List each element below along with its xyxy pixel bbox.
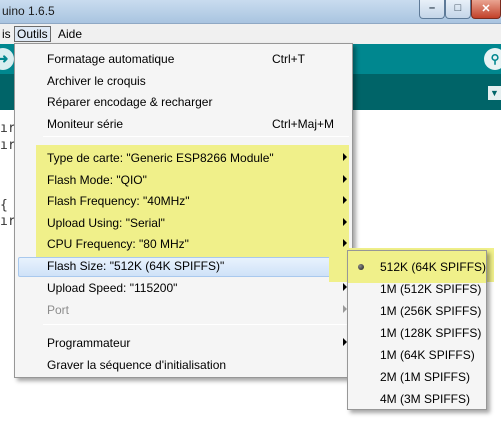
menu-item-label: CPU Frequency: "80 MHz" bbox=[47, 237, 189, 251]
menu-item-label: Type de carte: "Generic ESP8266 Module" bbox=[47, 151, 274, 165]
serial-monitor-icon[interactable]: ⚲ bbox=[484, 48, 501, 70]
menu-item-cpu-frequency[interactable]: CPU Frequency: "80 MHz" bbox=[15, 234, 352, 255]
menu-item-label: Archiver le croquis bbox=[47, 74, 146, 88]
menu-item-archiver-croquis[interactable]: Archiver le croquis bbox=[15, 71, 352, 92]
menu-item-upload-speed[interactable]: Upload Speed: "115200" bbox=[15, 278, 352, 299]
menu-item-shortcut: Ctrl+Maj+M bbox=[272, 117, 335, 131]
menu-item-label: Port bbox=[47, 303, 70, 317]
option-label: 2M (1M SPIFFS) bbox=[380, 370, 471, 384]
menu-item-label: Flash Frequency: "40MHz" bbox=[47, 194, 190, 208]
minimize-icon: – bbox=[428, 2, 436, 14]
menu-aide[interactable]: Aide bbox=[56, 26, 84, 42]
menu-item-reparer-encodage[interactable]: Réparer encodage & recharger bbox=[15, 92, 352, 113]
menu-item-moniteur-serie[interactable]: Moniteur série Ctrl+Maj+M bbox=[15, 114, 352, 135]
menu-item-flash-frequency[interactable]: Flash Frequency: "40MHz" bbox=[15, 191, 352, 212]
title-bar: uino 1.6.5 – □ ✕ bbox=[0, 0, 501, 24]
window-title: uino 1.6.5 bbox=[2, 4, 55, 18]
submenu-arrow-icon bbox=[343, 218, 347, 226]
menu-item-programmateur[interactable]: Programmateur bbox=[15, 333, 352, 354]
submenu-arrow-icon bbox=[343, 239, 347, 247]
option-label: 512K (64K SPIFFS) bbox=[380, 260, 487, 274]
option-label: 1M (512K SPIFFS) bbox=[380, 282, 482, 296]
outils-dropdown-menu: Formatage automatique Ctrl+T Archiver le… bbox=[14, 43, 353, 378]
maximize-icon: □ bbox=[454, 2, 462, 14]
flash-size-option[interactable]: 512K (64K SPIFFS) bbox=[348, 256, 486, 278]
menu-item-flash-size[interactable]: Flash Size: "512K (64K SPIFFS)" bbox=[15, 256, 352, 277]
menu-separator bbox=[43, 324, 349, 325]
menu-item-label: Formatage automatique bbox=[47, 52, 175, 66]
menu-item-type-de-carte[interactable]: Type de carte: "Generic ESP8266 Module" bbox=[15, 148, 352, 169]
menu-item-formatage-automatique[interactable]: Formatage automatique Ctrl+T bbox=[15, 49, 352, 70]
close-icon: ✕ bbox=[481, 3, 491, 15]
code-fragment: { bbox=[0, 198, 8, 213]
menu-item-label: Réparer encodage & recharger bbox=[47, 95, 213, 109]
menu-outils[interactable]: Outils bbox=[14, 26, 51, 42]
menu-separator bbox=[43, 136, 349, 137]
option-label: 1M (256K SPIFFS) bbox=[380, 304, 482, 318]
menu-item-shortcut: Ctrl+T bbox=[272, 52, 305, 66]
option-label: 1M (64K SPIFFS) bbox=[380, 348, 475, 362]
flash-size-option[interactable]: 1M (128K SPIFFS) bbox=[348, 322, 486, 344]
flash-size-option[interactable]: 1M (512K SPIFFS) bbox=[348, 278, 486, 300]
tab-menu-icon[interactable]: ▼ bbox=[488, 86, 501, 100]
close-button[interactable]: ✕ bbox=[471, 0, 501, 19]
submenu-arrow-icon bbox=[343, 196, 347, 204]
menu-item-label: Graver la séquence d'initialisation bbox=[47, 358, 227, 372]
menu-item-upload-using[interactable]: Upload Using: "Serial" bbox=[15, 213, 352, 234]
minimize-button[interactable]: – bbox=[419, 0, 445, 19]
submenu-arrow-icon bbox=[343, 153, 347, 161]
option-label: 4M (3M SPIFFS) bbox=[380, 392, 471, 406]
menu-bar: is Outils Aide bbox=[0, 24, 501, 44]
menu-item-flash-mode[interactable]: Flash Mode: "QIO" bbox=[15, 170, 352, 191]
flash-size-option[interactable]: 1M (64K SPIFFS) bbox=[348, 344, 486, 366]
flash-size-submenu: 512K (64K SPIFFS) 1M (512K SPIFFS) 1M (2… bbox=[347, 250, 487, 410]
menu-item-label: Programmateur bbox=[47, 336, 131, 350]
menu-item-label: Upload Speed: "115200" bbox=[47, 281, 178, 295]
flash-size-option[interactable]: 4M (3M SPIFFS) bbox=[348, 388, 486, 410]
submenu-arrow-icon bbox=[343, 175, 347, 183]
menu-item-label: Moniteur série bbox=[47, 117, 124, 131]
menu-item-label: Flash Mode: "QIO" bbox=[47, 173, 147, 187]
menu-croquis-partial[interactable]: is bbox=[0, 26, 13, 42]
flash-size-option[interactable]: 2M (1M SPIFFS) bbox=[348, 366, 486, 388]
option-label: 1M (128K SPIFFS) bbox=[380, 326, 482, 340]
flash-size-option[interactable]: 1M (256K SPIFFS) bbox=[348, 300, 486, 322]
maximize-button[interactable]: □ bbox=[445, 0, 471, 19]
menu-item-label: Flash Size: "512K (64K SPIFFS)" bbox=[47, 259, 225, 273]
menu-item-label: Upload Using: "Serial" bbox=[47, 216, 165, 230]
menu-item-port: Port bbox=[15, 300, 352, 321]
radio-selected-icon bbox=[358, 264, 364, 270]
menu-item-graver-sequence[interactable]: Graver la séquence d'initialisation bbox=[15, 355, 352, 376]
